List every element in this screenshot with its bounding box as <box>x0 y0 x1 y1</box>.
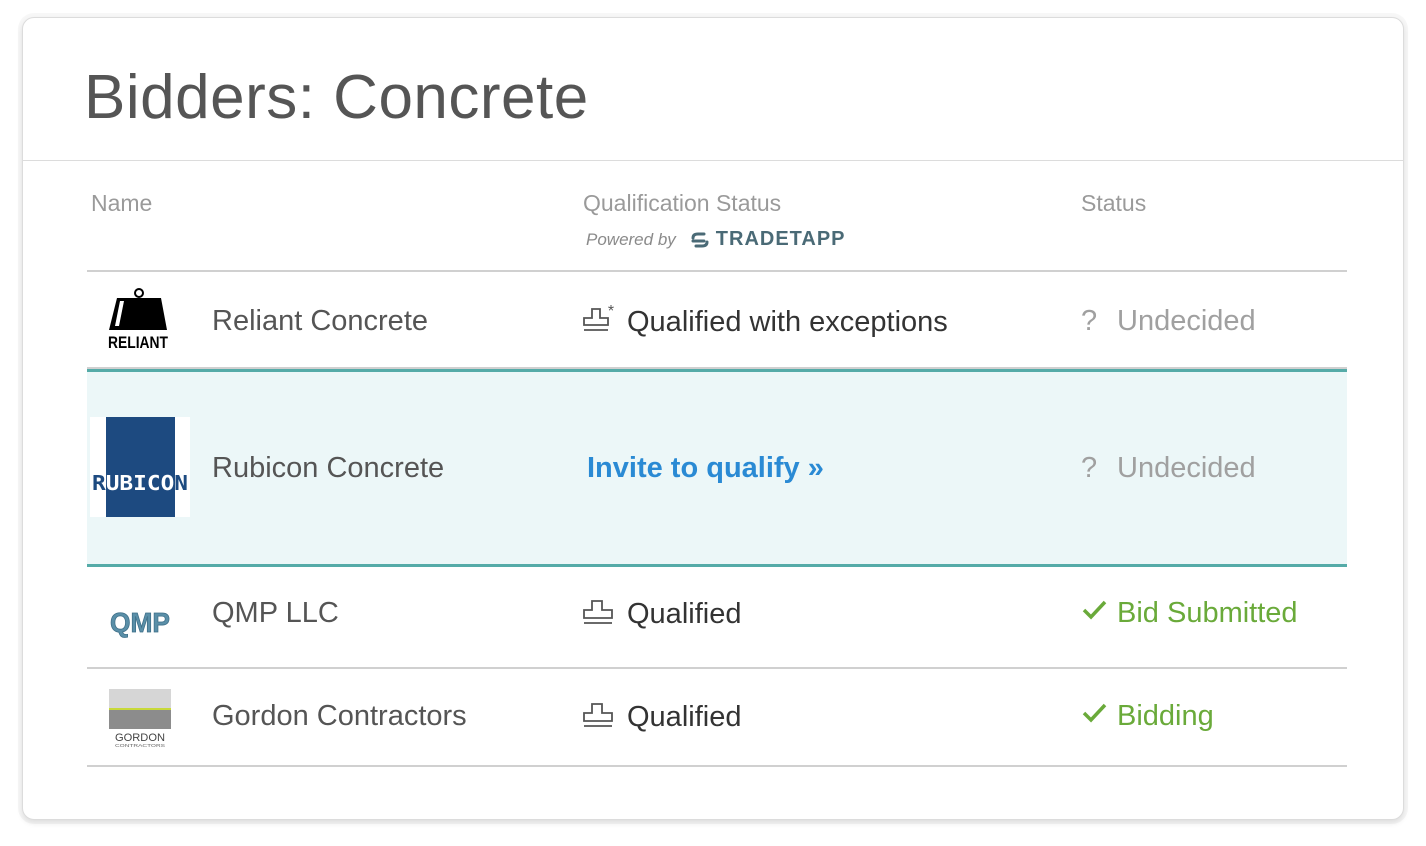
svg-text:*: * <box>608 305 614 320</box>
table-row[interactable]: GORDON CONTRACTORS Gordon Contractors Qu… <box>87 669 1347 767</box>
bid-status-text: Bidding <box>1117 700 1214 732</box>
table-row-highlighted[interactable]: RUBICON RUBICON Rubicon Concrete Invite … <box>87 369 1347 567</box>
qualification-status: * Qualified with exceptions <box>583 305 948 339</box>
bid-status: ? Undecided <box>1081 305 1256 338</box>
qualification-text: Qualified <box>627 597 742 630</box>
bid-status: Bid Submitted <box>1081 597 1298 630</box>
gordon-logo: GORDON CONTRACTORS <box>109 689 171 749</box>
stamp-icon <box>583 703 613 727</box>
title-divider <box>23 160 1403 161</box>
bid-status: ? Undecided <box>1081 452 1256 485</box>
column-header-qualification: Qualification Status <box>583 190 782 216</box>
tradetapp-icon <box>691 232 709 247</box>
page-title: Bidders: Concrete <box>84 63 589 132</box>
bid-status: Bidding <box>1081 700 1214 733</box>
qualification-text: Qualified with exceptions <box>627 305 948 338</box>
bid-status-text: Undecided <box>1117 452 1256 484</box>
qmp-logo: QMP <box>107 602 177 642</box>
bidder-name[interactable]: Rubicon Concrete <box>212 452 444 485</box>
reliant-logo-text: RELIANT <box>108 333 168 351</box>
table-row[interactable]: QMP QMP LLC Qualified Bid Submitted <box>87 567 1347 669</box>
rubicon-logo-text: RUBICON <box>92 471 188 495</box>
check-icon <box>1081 700 1117 733</box>
bidders-card: Bidders: Concrete Name Qualification Sta… <box>22 17 1404 820</box>
tradetapp-logo: TRADETAPP <box>690 228 846 251</box>
check-icon <box>1081 597 1117 630</box>
bidder-name[interactable]: Reliant Concrete <box>212 305 428 338</box>
column-header-status: Status <box>1081 190 1147 216</box>
qualification-text: Qualified <box>627 700 742 733</box>
reliant-logo: RELIANT <box>91 286 181 352</box>
bid-status-text: Bid Submitted <box>1117 597 1298 629</box>
column-header-name: Name <box>91 190 153 216</box>
question-icon: ? <box>1081 305 1098 337</box>
bid-status-text: Undecided <box>1117 305 1256 337</box>
bidder-name[interactable]: QMP LLC <box>212 597 339 630</box>
table-row[interactable]: RELIANT Reliant Concrete * Qualified wit… <box>87 272 1347 369</box>
qualification-status: Qualified <box>583 597 741 631</box>
stamp-asterisk-icon: * <box>583 305 614 331</box>
powered-by: Powered by TRADETAPP <box>586 228 846 251</box>
stamp-icon <box>583 600 613 624</box>
rubicon-logo: RUBICON RUBICON <box>90 417 190 517</box>
question-icon: ? <box>1081 452 1098 484</box>
gordon-logo-subtext: CONTRACTORS <box>115 743 165 748</box>
invite-to-qualify-link[interactable]: Invite to qualify » <box>587 452 824 485</box>
qualification-status: Qualified <box>583 700 741 734</box>
powered-by-label: Powered by <box>586 229 676 249</box>
bidder-name[interactable]: Gordon Contractors <box>212 700 467 733</box>
qmp-logo-text: QMP <box>110 607 170 638</box>
tradetapp-brand: TRADETAPP <box>715 228 846 250</box>
